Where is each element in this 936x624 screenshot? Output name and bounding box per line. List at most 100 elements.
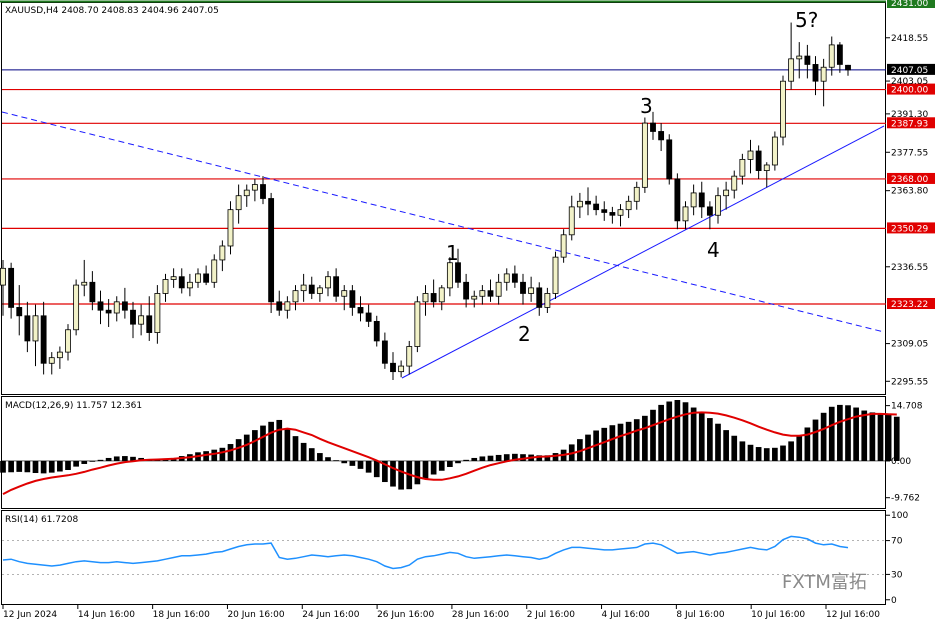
bear-candle — [511, 273, 518, 283]
macd-histogram-bar — [317, 453, 323, 461]
macd-histogram-bar — [122, 456, 128, 461]
macd-histogram-bar — [24, 460, 31, 473]
bull-candle — [195, 273, 201, 283]
macd-histogram-bar — [16, 460, 23, 472]
bear-candle — [674, 178, 681, 222]
bull-candle — [48, 357, 55, 364]
macd-histogram-bar — [357, 460, 364, 469]
bull-candle — [65, 329, 71, 353]
time-tick-label: 18 Jun 16:00 — [153, 610, 210, 620]
bear-candle — [666, 139, 673, 180]
time-tick-label: 24 Jun 16:00 — [302, 610, 359, 620]
bull-candle — [796, 55, 803, 60]
bear-candle — [268, 198, 275, 303]
bull-candle — [406, 346, 413, 367]
macd-histogram-bar — [682, 402, 689, 461]
macd-histogram-bar — [455, 460, 461, 464]
macd-histogram-bar — [471, 457, 478, 461]
level-price-label: 2350.29 — [891, 224, 928, 234]
macd-histogram-bar — [650, 409, 656, 461]
macd-histogram-bar — [414, 460, 421, 485]
bear-candle — [658, 131, 665, 141]
bull-candle — [219, 245, 226, 261]
bear-candle — [593, 203, 600, 211]
time-tick-label: 2 Jul 16:00 — [527, 610, 576, 620]
time-tick-label: 10 Jul 16:00 — [751, 610, 805, 620]
bull-candle — [414, 301, 421, 347]
macd-histogram-bar — [772, 447, 778, 461]
bear-candle — [804, 55, 811, 65]
price-tick-label: 2418.55 — [891, 34, 928, 44]
bull-candle — [316, 287, 323, 294]
rsi-tick-label: 0 — [891, 596, 897, 606]
bull-candle — [568, 206, 575, 236]
macd-histogram-bar — [666, 401, 673, 461]
bear-candle — [40, 315, 47, 364]
macd-histogram-bar — [642, 415, 648, 461]
time-tick-label: 12 Jul 16:00 — [826, 610, 880, 620]
macd-histogram-bar — [747, 444, 754, 461]
macd-histogram-bar — [390, 460, 396, 487]
macd-histogram-bar — [333, 460, 339, 462]
bear-candle — [487, 290, 494, 297]
bull-candle — [284, 301, 291, 311]
bull-candle — [682, 206, 689, 222]
macd-histogram-bar — [463, 459, 469, 461]
macd-histogram-bar — [495, 454, 502, 461]
bear-candle — [698, 192, 705, 208]
bull-candle — [138, 315, 145, 325]
macd-histogram-bar — [438, 460, 445, 471]
macd-histogram-bar — [617, 423, 624, 461]
macd-histogram-bar — [707, 418, 713, 461]
macd-histogram-bar — [755, 447, 762, 461]
bear-candle — [349, 290, 356, 308]
bear-candle — [130, 309, 136, 325]
time-tick-label: 4 Jul 16:00 — [602, 610, 651, 620]
macd-histogram-bar — [260, 425, 266, 461]
macd-histogram-bar — [690, 407, 697, 461]
macd-histogram-bar — [609, 425, 616, 461]
bull-candle — [300, 284, 307, 292]
bull-candle — [422, 293, 429, 303]
time-tick-label: 28 Jun 16:00 — [452, 610, 509, 620]
bear-candle — [706, 206, 713, 216]
macd-histogram-bar — [227, 444, 234, 461]
macd-histogram-bar — [658, 404, 664, 461]
rsi-header: RSI(14) 61.7208 — [5, 515, 78, 525]
bear-candle — [365, 312, 372, 322]
macd-histogram-bar — [308, 448, 315, 461]
bear-candle — [455, 262, 461, 283]
macd-histogram-bar — [447, 460, 453, 467]
macd-histogram-bar — [780, 445, 786, 461]
bull-candle — [723, 189, 730, 197]
macd-histogram-bar — [40, 460, 47, 474]
time-tick-label: 20 Jun 16:00 — [227, 610, 284, 620]
macd-histogram-bar — [268, 421, 274, 461]
bull-candle — [211, 259, 218, 283]
macd-histogram-bar — [373, 460, 380, 478]
macd-histogram-bar — [300, 442, 307, 461]
bull-candle — [446, 262, 453, 289]
rsi-tick-label: 70 — [891, 537, 903, 547]
macd-histogram-bar — [633, 419, 640, 461]
macd-histogram-bar — [479, 456, 486, 461]
level-price-label: 2368.00 — [891, 175, 928, 185]
bull-candle — [170, 276, 177, 280]
bear-candle — [97, 301, 104, 311]
macd-histogram-bar — [276, 419, 283, 461]
macd-histogram-bar — [0, 460, 6, 473]
chart-canvas: XAUUSD,H4 2408.70 2408.83 2404.96 2407.0… — [0, 0, 936, 624]
bull-candle — [162, 279, 169, 294]
bull-candle — [471, 295, 478, 300]
rsi-tick-label: 100 — [891, 511, 908, 521]
bear-candle — [308, 284, 315, 294]
bear-candle — [520, 281, 526, 294]
macd-histogram-bar — [804, 427, 811, 461]
bull-candle — [747, 150, 754, 160]
bull-candle — [186, 281, 193, 289]
time-tick-label: 8 Jul 16:00 — [676, 610, 725, 620]
macd-histogram-bar — [820, 412, 827, 461]
watermark: FXTM富拓 — [782, 572, 867, 593]
bull-candle — [544, 293, 551, 308]
bull-candle — [81, 281, 88, 286]
